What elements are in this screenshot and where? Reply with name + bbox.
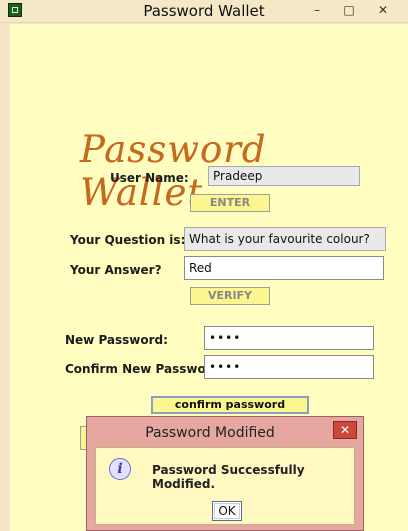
title-bar: Password Wallet – □ ✕	[0, 0, 408, 23]
info-icon: i	[109, 458, 131, 480]
username-label: User Name:	[110, 171, 189, 185]
new-password-input[interactable]: ••••	[204, 326, 374, 350]
ok-button[interactable]: OK	[212, 501, 242, 521]
answer-label: Your Answer?	[70, 263, 162, 277]
verify-button[interactable]: VERIFY	[190, 287, 270, 305]
password-modified-dialog: Password Modified ✕ i Password Successfu…	[86, 416, 364, 531]
enter-button[interactable]: ENTER	[190, 194, 270, 212]
new-password-label: New Password:	[65, 333, 168, 347]
close-button[interactable]: ✕	[372, 2, 394, 18]
confirm-password-label: Confirm New Password:	[65, 362, 226, 376]
confirm-password-input[interactable]: ••••	[204, 355, 374, 379]
minimize-button[interactable]: –	[306, 2, 328, 18]
dialog-close-button[interactable]: ✕	[333, 421, 357, 439]
dialog-body: i Password Successfully Modified. OK	[95, 447, 355, 525]
dialog-message: Password Successfully Modified.	[152, 463, 305, 491]
question-label: Your Question is:	[70, 233, 186, 247]
dialog-title: Password Modified	[145, 425, 275, 441]
password-wallet-window: Password Wallet – □ ✕ Password Wallet Us…	[0, 0, 408, 531]
question-field: What is your favourite colour?	[184, 227, 386, 251]
confirm-password-button[interactable]: confirm password	[151, 396, 309, 414]
answer-input[interactable]: Red	[184, 256, 384, 280]
maximize-button[interactable]: □	[338, 2, 360, 18]
username-field[interactable]: Pradeep	[208, 166, 360, 186]
